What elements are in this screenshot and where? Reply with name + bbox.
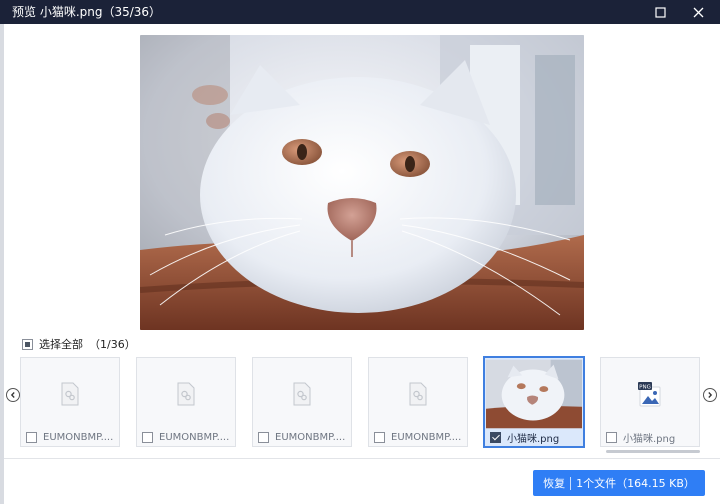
thumbnail-scrollbar[interactable] — [606, 450, 700, 453]
thumbnail-strip: EUMONBMP.... EUMONBMP.... EUMONBMP.... E… — [0, 356, 720, 448]
thumbnail-item[interactable]: EUMONBMP.... — [20, 357, 120, 447]
title-bar: 预览 小猫咪.png（35/36） — [0, 0, 720, 24]
file-placeholder-icon — [293, 382, 311, 406]
item-name: EUMONBMP.... — [275, 431, 346, 443]
recover-separator — [570, 476, 572, 490]
item-checkbox[interactable] — [606, 431, 617, 443]
select-all-label: 选择全部 — [39, 338, 83, 351]
item-name: EUMONBMP.... — [43, 431, 114, 443]
item-checkbox-checked[interactable] — [490, 431, 501, 443]
thumbnail-caption: 小猫咪.png — [490, 430, 581, 444]
thumbnail-image — [369, 358, 467, 430]
item-checkbox[interactable] — [142, 431, 153, 443]
file-summary: 1个文件（164.15 KB） — [576, 477, 695, 490]
thumbnail-caption: EUMONBMP.... — [374, 430, 465, 444]
thumbnail-caption: EUMONBMP.... — [26, 430, 117, 444]
close-button[interactable] — [680, 0, 716, 24]
window-title: 预览 小猫咪.png（35/36） — [12, 5, 162, 19]
item-name: EUMONBMP.... — [159, 431, 230, 443]
item-checkbox[interactable] — [26, 431, 37, 443]
item-name: 小猫咪.png — [623, 433, 676, 445]
item-checkbox[interactable] — [374, 431, 385, 443]
footer-divider — [4, 458, 720, 459]
cat-thumbnail — [486, 359, 582, 429]
recover-button[interactable]: 恢复 1个文件（164.15 KB） — [533, 470, 705, 496]
thumbnail-caption: 小猫咪.png — [606, 430, 697, 444]
recover-label: 恢复 — [543, 477, 566, 490]
png-file-icon: PNG — [638, 382, 661, 407]
thumbnail-caption: EUMONBMP.... — [258, 430, 349, 444]
thumbnail-item-selected[interactable]: 小猫咪.png — [483, 356, 585, 448]
select-all-checkbox[interactable]: 选择全部 （1/36） — [22, 337, 136, 351]
thumbnail-caption: EUMONBMP.... — [142, 430, 233, 444]
item-name: 小猫咪.png — [507, 433, 560, 445]
thumbnail-image — [253, 358, 351, 430]
thumbnail-image — [137, 358, 235, 430]
file-placeholder-icon — [409, 382, 427, 406]
file-placeholder-icon — [61, 382, 79, 406]
file-placeholder-icon — [177, 382, 195, 406]
preview-image — [140, 35, 584, 330]
maximize-icon — [654, 6, 666, 18]
svg-text:PNG: PNG — [639, 384, 651, 390]
thumbnail-image: PNG — [601, 358, 699, 430]
thumbnail-item[interactable]: PNG 小猫咪.png — [600, 357, 700, 447]
thumbnail-image — [21, 358, 119, 430]
thumbnail-item[interactable]: EUMONBMP.... — [368, 357, 468, 447]
thumbnail-image — [486, 359, 582, 429]
selection-count: （1/36） — [89, 338, 136, 351]
item-name: EUMONBMP.... — [391, 431, 462, 443]
close-icon — [693, 7, 703, 17]
thumbnail-item[interactable]: EUMONBMP.... — [136, 357, 236, 447]
select-all-box[interactable] — [22, 338, 33, 350]
item-checkbox[interactable] — [258, 431, 269, 443]
thumbnail-item[interactable]: EUMONBMP.... — [252, 357, 352, 447]
maximize-button[interactable] — [642, 0, 678, 24]
